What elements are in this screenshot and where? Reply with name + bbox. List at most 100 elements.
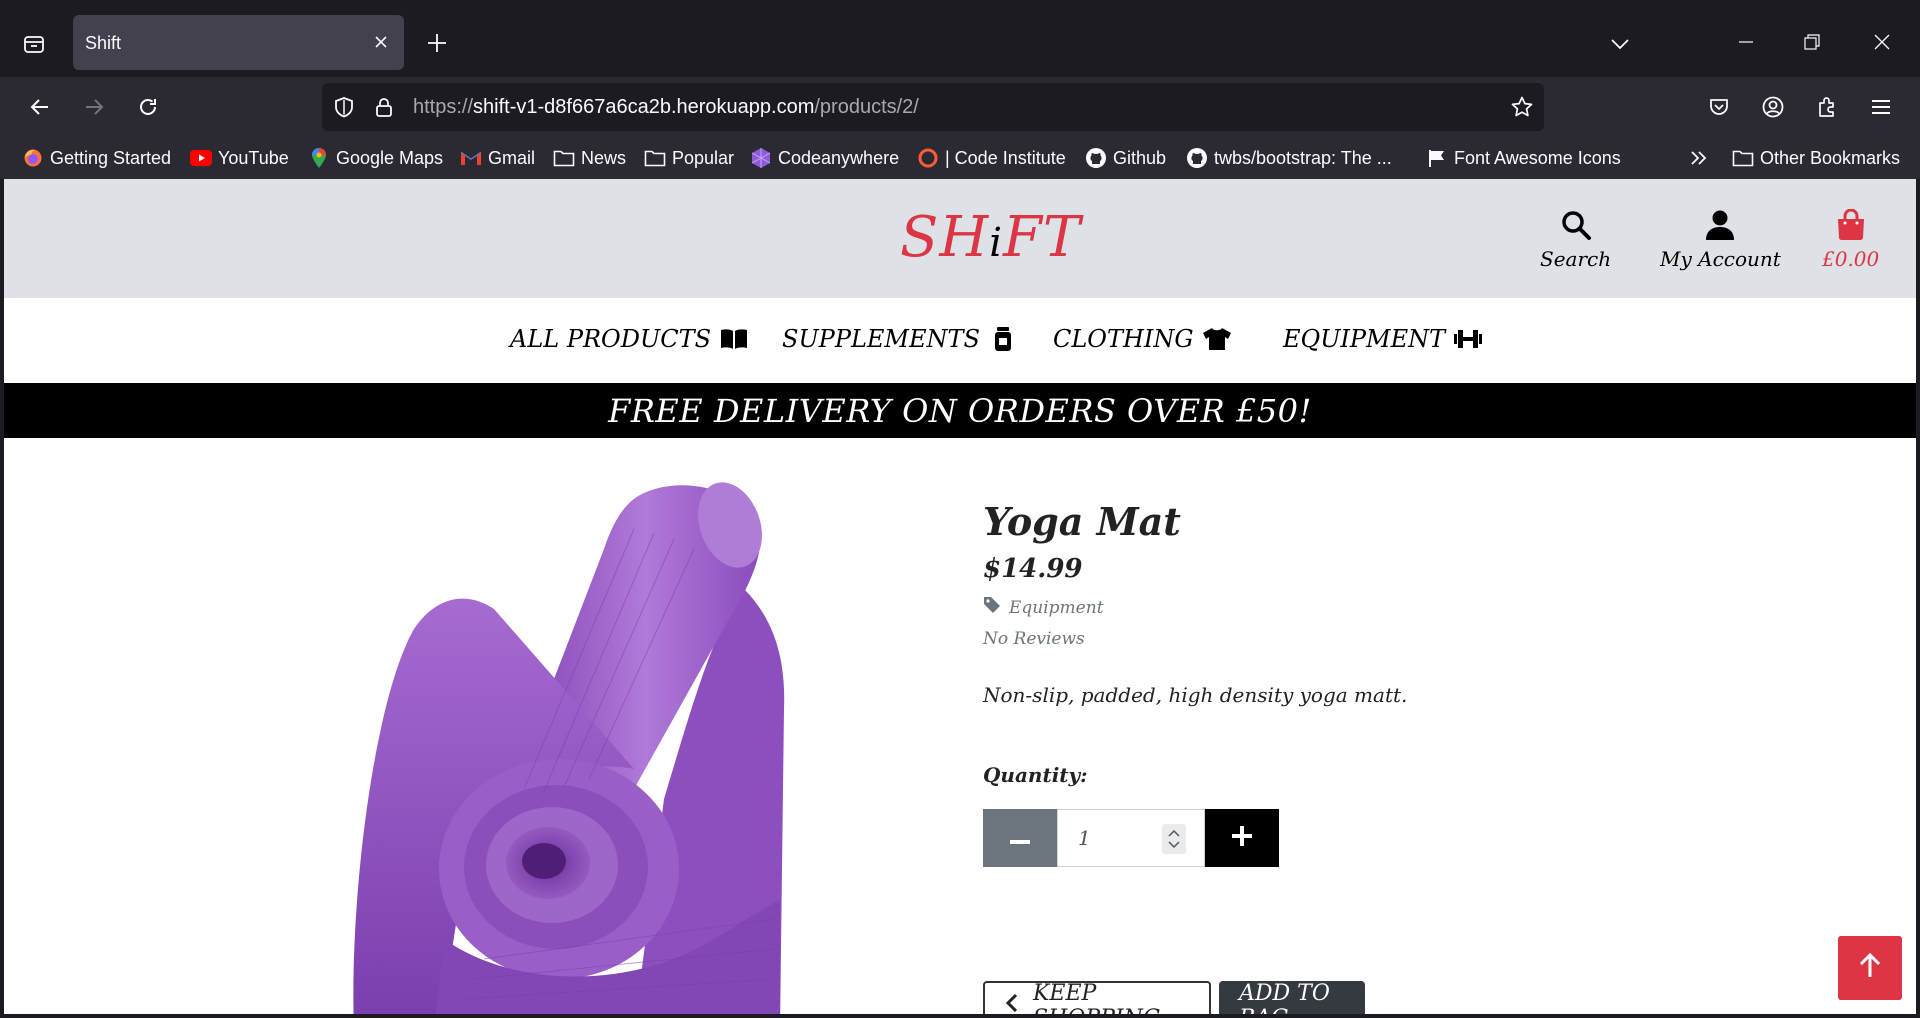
browser-nav-bar: https://shift-v1-d8f667a6ca2b.herokuapp.…: [0, 77, 1920, 137]
decrement-button[interactable]: [983, 809, 1057, 867]
quantity-value: 1: [1078, 826, 1091, 850]
bag-total: £0.00: [1822, 247, 1880, 271]
minimize-icon[interactable]: [1734, 30, 1758, 54]
keep-shopping-label: KEEP SHOPPING: [1033, 981, 1160, 1014]
main-navigation: ALL PRODUCTS SUPPLEMENTS CLOTHING EQUIPM…: [4, 298, 1916, 383]
nav-equipment[interactable]: EQUIPMENT: [1283, 324, 1483, 354]
google-maps-icon: [308, 147, 330, 169]
product-category[interactable]: Equipment: [983, 596, 1683, 619]
account-icon[interactable]: [1759, 93, 1787, 121]
pocket-icon[interactable]: [1705, 93, 1733, 121]
bookmark-label: | Code Institute: [945, 147, 1066, 168]
url-bar[interactable]: https://shift-v1-d8f667a6ca2b.herokuapp.…: [322, 83, 1544, 131]
increment-button[interactable]: [1205, 809, 1279, 867]
bookmark-label: Google Maps: [336, 147, 444, 168]
youtube-icon: [190, 147, 212, 169]
my-account-label: My Account: [1660, 247, 1781, 271]
list-all-tabs-icon[interactable]: [1608, 32, 1632, 56]
bookmark-label: twbs/bootstrap: The ...: [1214, 147, 1392, 168]
logo-text-part1: SH: [900, 205, 990, 270]
nav-clothing[interactable]: CLOTHING: [1053, 324, 1232, 354]
book-open-icon: [719, 324, 749, 354]
close-tab-icon[interactable]: [370, 31, 392, 53]
more-bookmarks-chevron-icon[interactable]: [1688, 145, 1710, 171]
browser-tab[interactable]: Shift: [73, 15, 404, 70]
url-scheme: https://: [413, 96, 474, 118]
shopping-bag-icon: [1833, 207, 1869, 243]
banner-text: FREE DELIVERY ON ORDERS OVER £50!: [608, 391, 1312, 430]
extensions-icon[interactable]: [1813, 93, 1841, 121]
tracking-protection-shield-icon[interactable]: [332, 95, 356, 119]
minus-icon: [1010, 829, 1030, 848]
double-chevron-right-icon: [1688, 147, 1710, 169]
gmail-icon: [460, 147, 482, 169]
number-spinner[interactable]: [1162, 824, 1186, 854]
tshirt-icon: [1202, 324, 1232, 354]
new-tab-icon[interactable]: [424, 30, 450, 56]
bookmark-getting-started[interactable]: Getting Started: [22, 145, 171, 171]
github-icon: [1186, 147, 1208, 169]
bookmark-font-awesome[interactable]: Font Awesome Icons: [1426, 145, 1621, 171]
forward-icon[interactable]: [80, 93, 108, 121]
bookmark-codeanywhere[interactable]: Codeanywhere: [750, 145, 899, 171]
tag-icon: [983, 596, 1001, 619]
plus-icon: [1231, 825, 1253, 851]
header-my-account[interactable]: My Account: [1660, 207, 1781, 271]
bookmark-twbs-bootstrap[interactable]: twbs/bootstrap: The ...: [1186, 145, 1392, 171]
reload-icon[interactable]: [134, 93, 162, 121]
url-text[interactable]: https://shift-v1-d8f667a6ca2b.herokuapp.…: [413, 96, 919, 119]
supplement-jar-icon: [988, 324, 1018, 354]
lock-icon[interactable]: [372, 95, 396, 119]
firefox-view-icon[interactable]: [20, 30, 48, 58]
nav-label: ALL PRODUCTS: [510, 325, 712, 353]
header-search[interactable]: Search: [1540, 207, 1611, 271]
keep-shopping-button[interactable]: KEEP SHOPPING: [983, 981, 1211, 1014]
firefox-icon: [22, 147, 44, 169]
quantity-stepper: 1: [983, 809, 1683, 867]
site-logo[interactable]: SHiFT: [900, 205, 1081, 270]
dumbbell-icon: [1453, 324, 1483, 354]
bookmark-google-maps[interactable]: Google Maps: [308, 145, 443, 171]
hamburger-menu-icon[interactable]: [1867, 93, 1895, 121]
nav-supplements[interactable]: SUPPLEMENTS: [782, 324, 1018, 354]
bookmark-label: News: [581, 147, 627, 168]
github-icon: [1085, 147, 1107, 169]
add-to-bag-button[interactable]: ADD TO BAG: [1219, 981, 1365, 1014]
web-page: SHiFT Search My Account £0.00 ALL PRODUC…: [4, 179, 1916, 1014]
nav-all-products[interactable]: ALL PRODUCTS: [510, 324, 749, 354]
bookmark-youtube[interactable]: YouTube: [190, 145, 289, 171]
bookmark-label: Popular: [672, 147, 735, 168]
bookmark-github[interactable]: Github: [1085, 145, 1166, 171]
bookmark-news[interactable]: News: [553, 145, 626, 171]
other-bookmarks[interactable]: Other Bookmarks: [1732, 145, 1900, 171]
back-to-top-button[interactable]: [1838, 936, 1902, 1000]
restore-icon[interactable]: [1800, 30, 1824, 54]
logo-text-part3: FT: [1003, 205, 1082, 270]
codeanywhere-icon: [750, 147, 772, 169]
arrow-up-icon: [1858, 952, 1882, 983]
chevron-left-icon: [1005, 993, 1019, 1014]
product-name: Yoga Mat: [983, 499, 1181, 544]
product-image[interactable]: [334, 469, 924, 1014]
bookmark-star-icon[interactable]: [1510, 95, 1534, 119]
quantity-input[interactable]: 1: [1057, 809, 1205, 867]
close-window-icon[interactable]: [1870, 30, 1894, 54]
nav-label: EQUIPMENT: [1283, 325, 1446, 353]
product-reviews: No Reviews: [983, 629, 1085, 649]
code-institute-icon: [917, 147, 939, 169]
tab-title: Shift: [85, 33, 122, 53]
url-host: shift-v1-d8f667a6ca2b.herokuapp.com: [473, 96, 815, 118]
back-icon[interactable]: [26, 93, 54, 121]
product-details: Yoga Mat $14.99 Equipment No Reviews Non…: [983, 499, 1683, 867]
bookmark-popular[interactable]: Popular: [644, 145, 734, 171]
bookmark-code-institute[interactable]: | Code Institute: [917, 145, 1066, 171]
search-label: Search: [1540, 247, 1612, 271]
add-to-bag-label: ADD TO BAG: [1239, 981, 1330, 1014]
header-shopping-bag[interactable]: £0.00: [1822, 207, 1879, 271]
nav-label: SUPPLEMENTS: [782, 325, 980, 353]
category-label: Equipment: [1009, 597, 1104, 618]
bookmark-gmail[interactable]: Gmail: [460, 145, 535, 171]
free-delivery-banner: FREE DELIVERY ON ORDERS OVER £50!: [4, 383, 1916, 438]
bookmark-label: Github: [1113, 147, 1167, 168]
search-icon: [1558, 207, 1594, 243]
